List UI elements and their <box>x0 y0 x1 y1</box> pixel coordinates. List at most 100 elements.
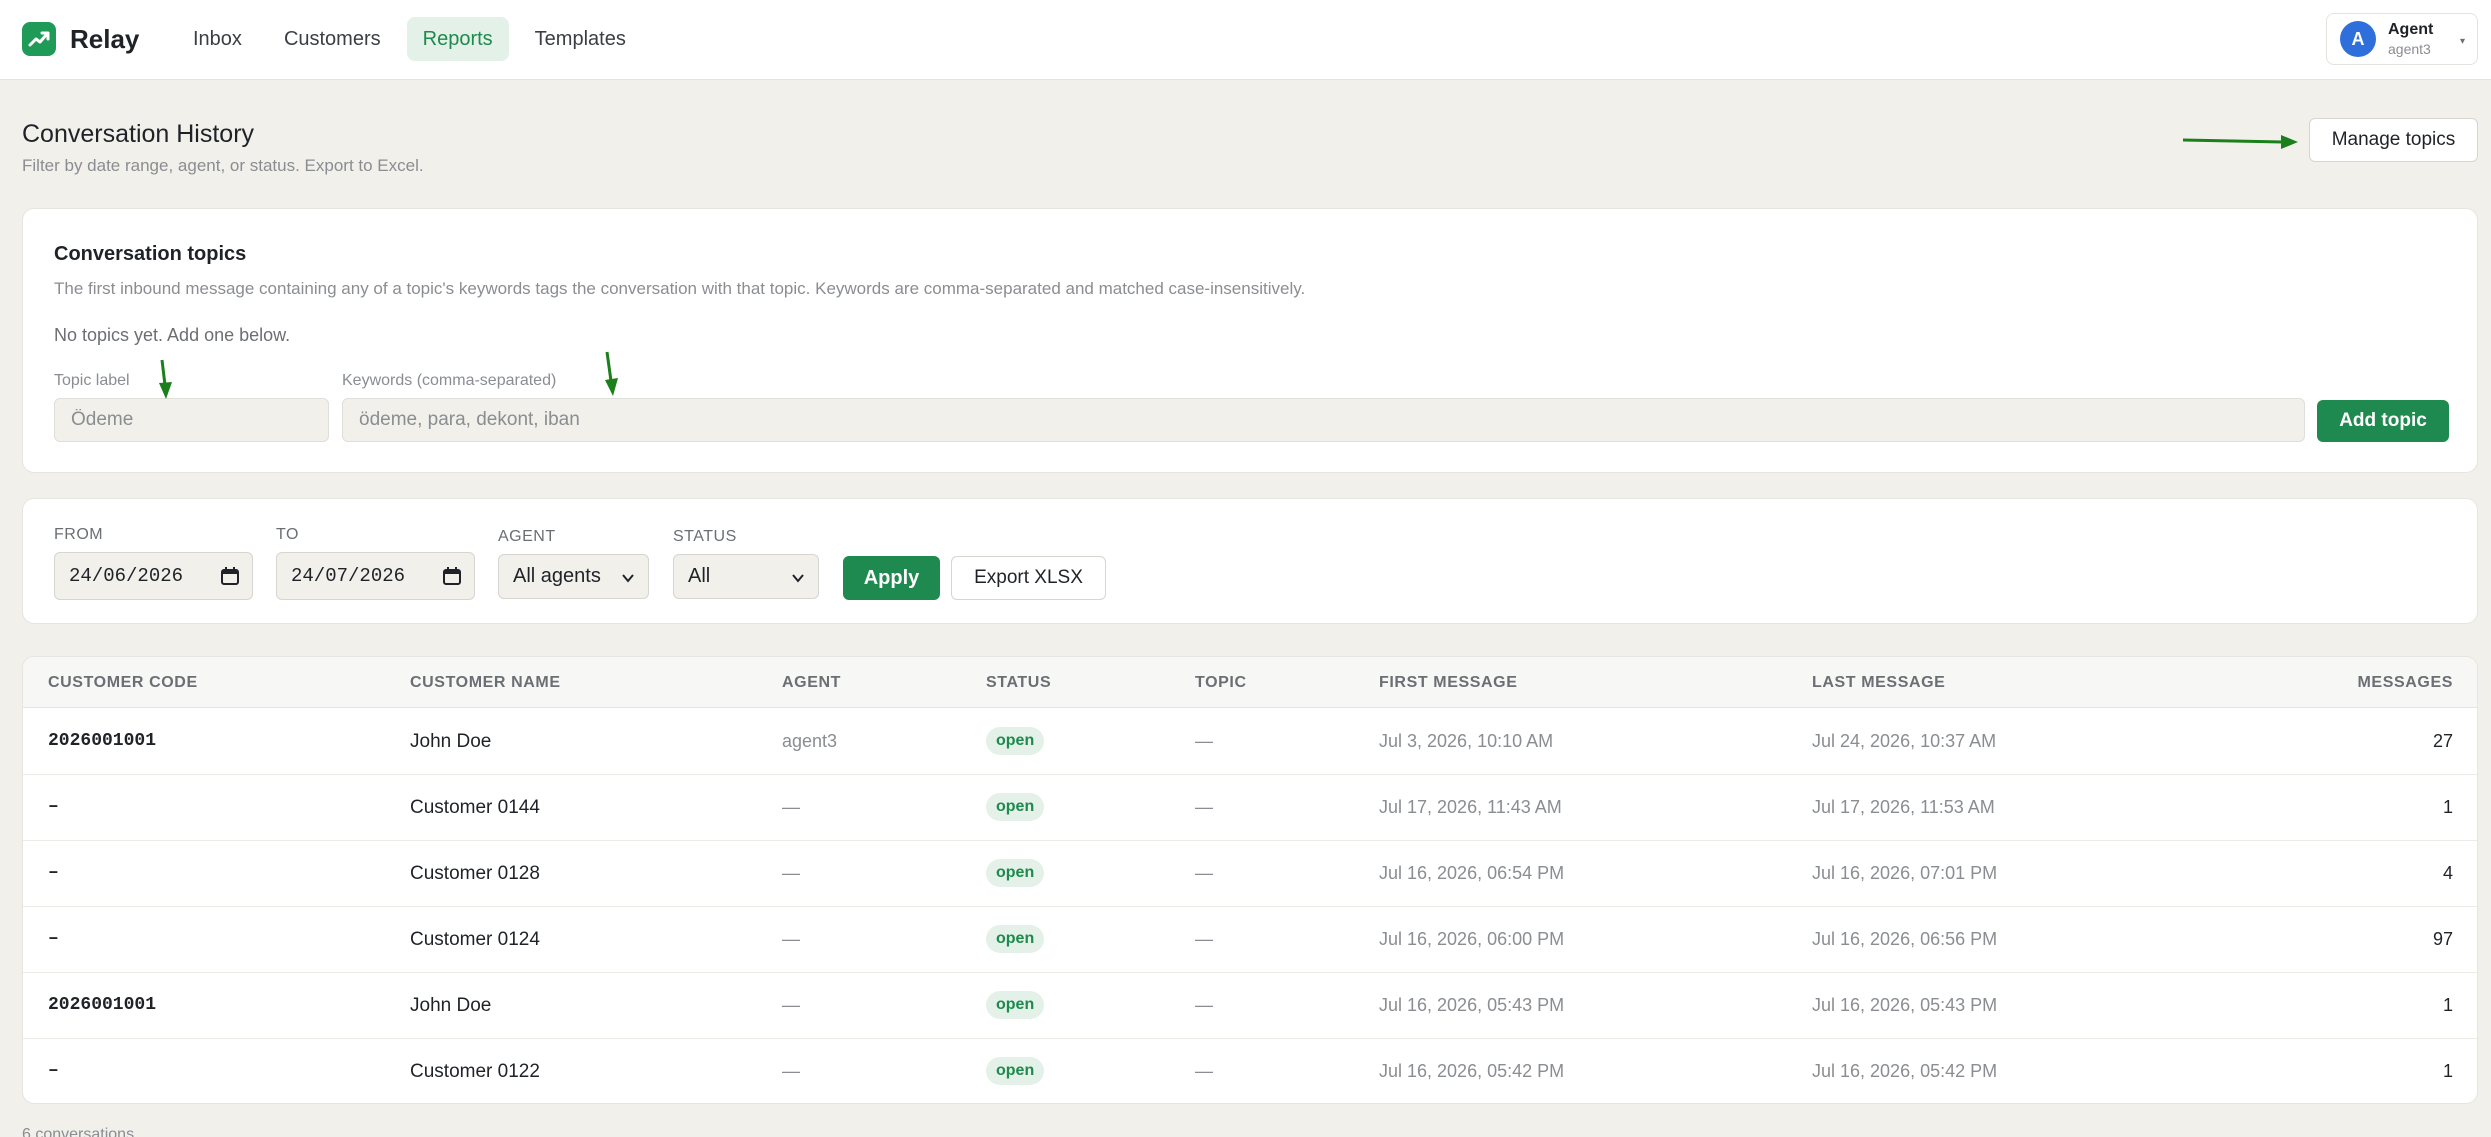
status-select-value: All <box>688 565 711 587</box>
chart-trend-icon <box>22 22 56 56</box>
user-handle: agent3 <box>2388 41 2431 57</box>
agent-select-value: All agents <box>513 565 601 587</box>
from-date-input[interactable]: 24/06/2026 <box>54 552 253 600</box>
column-header-agent[interactable]: AGENT <box>782 674 841 692</box>
status-badge: open <box>986 727 1045 755</box>
user-menu[interactable]: A Agent agent3 ▾ <box>2326 13 2478 65</box>
main-nav: Inbox Customers Reports Templates <box>177 17 652 61</box>
topic-cell: — <box>1195 929 1213 949</box>
customer-name-cell: Customer 0128 <box>410 863 540 884</box>
messages-count-cell: 1 <box>2442 797 2453 817</box>
first-message-cell: Jul 16, 2026, 06:00 PM <box>1379 929 1565 949</box>
agent-cell: — <box>782 929 800 949</box>
table-header: CUSTOMER CODE CUSTOMER NAME AGENT STATUS… <box>23 657 2477 708</box>
customer-name-cell: Customer 0144 <box>410 797 540 818</box>
arrow-icon <box>2182 135 2298 149</box>
customer-name-cell: Customer 0124 <box>410 929 540 950</box>
user-name: Agent <box>2388 21 2434 38</box>
column-header-topic[interactable]: TOPIC <box>1195 674 1247 692</box>
table-row[interactable]: 2026001001 John Doe agent3 open — Jul 3,… <box>23 709 2477 775</box>
status-badge: open <box>986 991 1045 1019</box>
page-subtitle: Filter by date range, agent, or status. … <box>22 156 424 175</box>
table-row[interactable]: – Customer 0144 — open — Jul 17, 2026, 1… <box>23 775 2477 841</box>
topic-label-input[interactable] <box>54 398 329 442</box>
first-message-cell: Jul 3, 2026, 10:10 AM <box>1379 731 1554 751</box>
manage-topics-button[interactable]: Manage topics <box>2309 118 2478 162</box>
table-row[interactable]: – Customer 0128 — open — Jul 16, 2026, 0… <box>23 841 2477 907</box>
column-header-customer-name[interactable]: CUSTOMER NAME <box>410 674 561 692</box>
calendar-icon[interactable] <box>220 566 240 586</box>
agent-cell: — <box>782 797 800 817</box>
topic-cell: — <box>1195 863 1213 883</box>
agent-cell: agent3 <box>782 731 838 751</box>
first-message-cell: Jul 16, 2026, 06:54 PM <box>1379 863 1565 883</box>
nav-item-inbox[interactable]: Inbox <box>177 17 258 61</box>
chevron-down-icon <box>792 574 804 583</box>
agent-select[interactable]: All agents <box>498 554 649 599</box>
column-header-last-message[interactable]: LAST MESSAGE <box>1812 674 1945 692</box>
agent-filter-label: AGENT <box>498 528 556 545</box>
to-label: TO <box>276 526 299 543</box>
agent-cell: — <box>782 995 800 1015</box>
app-name: Relay <box>70 23 140 54</box>
last-message-cell: Jul 17, 2026, 11:53 AM <box>1812 797 1995 817</box>
customer-name-cell: John Doe <box>410 995 492 1016</box>
calendar-icon[interactable] <box>442 566 462 586</box>
customer-name-cell: Customer 0122 <box>410 1061 540 1082</box>
messages-count-cell: 27 <box>2432 731 2453 751</box>
table-row[interactable]: – Customer 0124 — open — Jul 16, 2026, 0… <box>23 907 2477 973</box>
messages-count-cell: 1 <box>2442 1061 2453 1081</box>
table-row[interactable]: 2026001001 John Doe — open — Jul 16, 202… <box>23 973 2477 1039</box>
status-badge: open <box>986 925 1045 953</box>
customer-code-cell: – <box>48 797 59 817</box>
last-message-cell: Jul 16, 2026, 06:56 PM <box>1812 929 1998 949</box>
status-badge: open <box>986 793 1045 821</box>
from-label: FROM <box>54 526 104 543</box>
column-header-messages[interactable]: MESSAGES <box>2358 674 2454 692</box>
conversations-table: CUSTOMER CODE CUSTOMER NAME AGENT STATUS… <box>22 656 2478 1104</box>
customer-code-cell: – <box>48 1061 59 1081</box>
last-message-cell: Jul 16, 2026, 07:01 PM <box>1812 863 1998 883</box>
keywords-field-label: Keywords (comma-separated) <box>342 372 557 389</box>
customer-code-cell: – <box>48 929 59 949</box>
agent-cell: — <box>782 863 800 883</box>
topics-title: Conversation topics <box>54 243 247 265</box>
status-select[interactable]: All <box>673 554 819 599</box>
conversation-count: 6 conversations <box>22 1126 135 1137</box>
topic-cell: — <box>1195 797 1213 817</box>
to-date-input[interactable]: 24/07/2026 <box>276 552 475 600</box>
add-topic-button[interactable]: Add topic <box>2317 400 2449 442</box>
agent-cell: — <box>782 1061 800 1081</box>
apply-button[interactable]: Apply <box>843 556 940 600</box>
first-message-cell: Jul 16, 2026, 05:42 PM <box>1379 1061 1565 1081</box>
topics-description: The first inbound message containing any… <box>54 279 1306 298</box>
messages-count-cell: 4 <box>2442 863 2453 883</box>
nav-item-templates[interactable]: Templates <box>519 17 642 61</box>
filters-panel: FROM 24/06/2026 TO 24/07/2026 AGENT All … <box>22 498 2478 624</box>
keywords-input[interactable] <box>342 398 2305 442</box>
customer-code-cell: 2026001001 <box>48 731 157 751</box>
last-message-cell: Jul 16, 2026, 05:42 PM <box>1812 1061 1998 1081</box>
user-info: Agent agent3 <box>2388 21 2434 57</box>
nav-item-reports[interactable]: Reports <box>406 17 509 61</box>
status-badge: open <box>986 1057 1045 1085</box>
customer-name-cell: John Doe <box>410 731 492 752</box>
column-header-first-message[interactable]: FIRST MESSAGE <box>1379 674 1517 692</box>
chevron-down-icon: ▾ <box>2459 36 2465 47</box>
from-date-value: 24/06/2026 <box>69 565 184 587</box>
export-xlsx-button[interactable]: Export XLSX <box>951 556 1106 600</box>
to-date-value: 24/07/2026 <box>291 565 406 587</box>
table-row[interactable]: – Customer 0122 — open — Jul 16, 2026, 0… <box>23 1039 2477 1103</box>
page-title: Conversation History <box>22 120 255 148</box>
app-logo[interactable]: Relay <box>22 22 139 56</box>
status-filter-label: STATUS <box>673 528 737 545</box>
chevron-down-icon <box>622 574 634 583</box>
first-message-cell: Jul 16, 2026, 05:43 PM <box>1379 995 1565 1015</box>
nav-item-customers[interactable]: Customers <box>268 17 397 61</box>
avatar: A <box>2340 21 2376 57</box>
messages-count-cell: 97 <box>2432 929 2453 949</box>
topics-panel: Conversation topics The first inbound me… <box>22 208 2478 473</box>
first-message-cell: Jul 17, 2026, 11:43 AM <box>1379 797 1562 817</box>
column-header-customer-code[interactable]: CUSTOMER CODE <box>48 674 198 692</box>
column-header-status[interactable]: STATUS <box>986 674 1051 692</box>
